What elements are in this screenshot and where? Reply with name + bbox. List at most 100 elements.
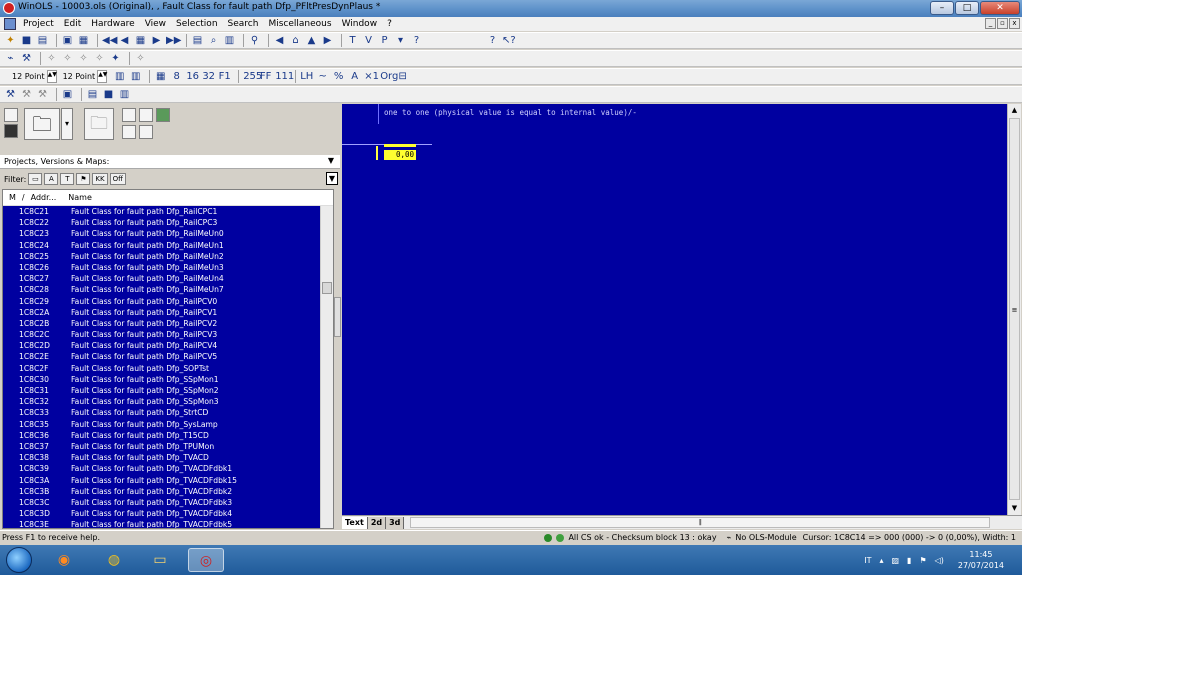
columns-icon[interactable]: ▥ xyxy=(113,70,126,83)
mdi-close-button[interactable]: x xyxy=(1009,18,1020,29)
org-icon[interactable]: Org xyxy=(380,70,398,83)
save-button[interactable] xyxy=(4,124,18,138)
tool-e-button[interactable] xyxy=(139,125,153,139)
table-row[interactable]: 1C8C33 Fault Class for fault path Dfp_Str… xyxy=(3,407,321,418)
tool5-icon[interactable]: ✧ xyxy=(93,52,106,65)
col-sort[interactable]: / xyxy=(16,193,25,202)
editor-horizontal-scrollbar[interactable]: ‖ xyxy=(410,517,991,528)
table-row[interactable]: 1C8C3C Fault Class for fault path Dfp_TVA… xyxy=(3,497,321,508)
question-icon[interactable]: ? xyxy=(410,34,423,47)
table-icon[interactable]: ▦ xyxy=(77,34,90,47)
up-icon[interactable]: ▲ xyxy=(305,34,318,47)
table-row[interactable]: 1C8C32 Fault Class for fault path Dfp_SSp… xyxy=(3,396,321,407)
font-a-icon[interactable]: A xyxy=(348,70,361,83)
open-wizard-icon[interactable]: ✦ xyxy=(4,34,17,47)
view3-icon[interactable]: ⚒ xyxy=(36,88,49,101)
zoom-icon[interactable]: ⌕ xyxy=(207,34,220,47)
map-cell-value[interactable]: 0,00 xyxy=(384,150,416,160)
table-row[interactable]: 1C8C2A Fault Class for fault path Dfp_Rai… xyxy=(3,307,321,318)
table-row[interactable]: 1C8C22 Fault Class for fault path Dfp_Rai… xyxy=(3,217,321,228)
media-player-icon[interactable]: ◉ xyxy=(46,548,82,572)
table-row[interactable]: 1C8C3B Fault Class for fault path Dfp_TVA… xyxy=(3,486,321,497)
dropdown-arrow-icon[interactable]: ▾ xyxy=(394,34,407,47)
open-version-button[interactable]: 🗀 xyxy=(84,108,114,140)
table-row[interactable]: 1C8C37 Fault Class for fault path Dfp_TPU… xyxy=(3,441,321,452)
menu-project[interactable]: Project xyxy=(18,19,59,29)
winols-task-icon[interactable]: ◎ xyxy=(188,548,224,572)
battery-icon[interactable]: ▮ xyxy=(907,556,911,565)
chrome-icon[interactable]: ◍ xyxy=(96,548,132,572)
float-icon[interactable]: F1 xyxy=(218,70,231,83)
map-editor[interactable]: one to one (physical value is equal to i… xyxy=(342,104,1007,515)
properties-icon[interactable]: ▣ xyxy=(61,34,74,47)
table-row[interactable]: 1C8C35 Fault Class for fault path Dfp_Sys… xyxy=(3,419,321,430)
view2-icon[interactable]: ⚒ xyxy=(20,88,33,101)
bin-icon[interactable]: 111 xyxy=(275,70,294,83)
tool6-icon[interactable]: ✦ xyxy=(109,52,122,65)
menu-hardware[interactable]: Hardware xyxy=(86,19,139,29)
import-icon[interactable]: ■ xyxy=(20,34,33,47)
table-row[interactable]: 1C8C28 Fault Class for fault path Dfp_Rai… xyxy=(3,284,321,295)
table-row[interactable]: 1C8C25 Fault Class for fault path Dfp_Rai… xyxy=(3,251,321,262)
flag-icon[interactable]: ⚑ xyxy=(919,556,926,565)
clock[interactable]: 11:45 27/07/2014 xyxy=(958,549,1004,571)
menu-view[interactable]: View xyxy=(140,19,171,29)
view5-icon[interactable]: ▤ xyxy=(86,88,99,101)
table-row[interactable]: 1C8C3A Fault Class for fault path Dfp_TVA… xyxy=(3,475,321,486)
col-m[interactable]: M xyxy=(3,193,16,202)
8bit-icon[interactable]: 8 xyxy=(170,70,183,83)
back-icon[interactable]: ◀ xyxy=(273,34,286,47)
table-row[interactable]: 1C8C24 Fault Class for fault path Dfp_Rai… xyxy=(3,240,321,251)
map-view-icon[interactable]: ▤ xyxy=(191,34,204,47)
table-row[interactable]: 1C8C31 Fault Class for fault path Dfp_SSp… xyxy=(3,385,321,396)
table-row[interactable]: 1C8C2E Fault Class for fault path Dfp_Rai… xyxy=(3,351,321,362)
open-folder-button[interactable]: 🗀 xyxy=(24,108,60,140)
tab-2d[interactable]: 2d xyxy=(367,516,387,529)
volume-icon[interactable]: ◁) xyxy=(935,556,944,565)
col-address[interactable]: Addr... xyxy=(25,193,57,202)
filter-kk-button[interactable]: KK xyxy=(92,173,108,185)
menu-help[interactable]: ? xyxy=(382,19,397,29)
list-scroll-thumb[interactable] xyxy=(322,282,332,294)
open-dropdown-button[interactable]: ▾ xyxy=(61,108,73,140)
last-map-icon[interactable]: ▶▶ xyxy=(166,34,181,47)
minimize-button[interactable]: – xyxy=(930,1,954,15)
menu-miscellaneous[interactable]: Miscellaneous xyxy=(263,19,336,29)
filter-a-button[interactable]: A xyxy=(44,173,59,185)
tool3-icon[interactable]: ✧ xyxy=(61,52,74,65)
home-icon[interactable]: ⌂ xyxy=(289,34,302,47)
projects-versions-maps-select[interactable]: Projects, Versions & Maps: ▼ xyxy=(0,155,340,169)
font-size-1-stepper[interactable]: ▲▼ xyxy=(46,70,57,83)
filter-off-button[interactable]: Off xyxy=(109,173,126,185)
tray-arrow-icon[interactable]: ▴ xyxy=(879,556,883,565)
grid-icon[interactable]: ▦ xyxy=(154,70,167,83)
view1-icon[interactable]: ⚒ xyxy=(4,88,17,101)
percent-icon[interactable]: % xyxy=(332,70,345,83)
editor-scrollbar[interactable]: ▲ ≡ ▼ xyxy=(1007,104,1021,515)
table-row[interactable]: 1C8C2F Fault Class for fault path Dfp_SOP… xyxy=(3,363,321,374)
255-icon[interactable]: 255 xyxy=(243,70,262,83)
next-map-icon[interactable]: ▶ xyxy=(150,34,163,47)
document-menu-icon[interactable] xyxy=(4,18,16,30)
view7-icon[interactable]: ▥ xyxy=(118,88,131,101)
table-row[interactable]: 1C8C2D Fault Class for fault path Dfp_Rai… xyxy=(3,340,321,351)
tool2-icon[interactable]: ✧ xyxy=(45,52,58,65)
view6-icon[interactable]: ■ xyxy=(102,88,115,101)
font-size-2-stepper[interactable]: ▲▼ xyxy=(97,70,107,83)
tool-a-button[interactable] xyxy=(122,108,136,122)
table-row[interactable]: 1C8C27 Fault Class for fault path Dfp_Rai… xyxy=(3,273,321,284)
table-row[interactable]: 1C8C23 Fault Class for fault path Dfp_Rai… xyxy=(3,228,321,239)
new-project-button[interactable] xyxy=(4,108,18,122)
start-button[interactable] xyxy=(6,547,32,573)
table-row[interactable]: 1C8C26 Fault Class for fault path Dfp_Rai… xyxy=(3,262,321,273)
maximize-button[interactable]: □ xyxy=(955,1,979,15)
link-icon[interactable]: ⌁ xyxy=(4,52,17,65)
forward-icon[interactable]: ▶ xyxy=(321,34,334,47)
p-icon[interactable]: P xyxy=(378,34,391,47)
tool-c-button[interactable] xyxy=(156,108,170,122)
table-row[interactable]: 1C8C3E Fault Class for fault path Dfp_TVA… xyxy=(3,519,321,528)
list-scrollbar[interactable] xyxy=(320,206,333,528)
tool-icon[interactable]: ⚒ xyxy=(20,52,33,65)
previous-map-icon[interactable]: ◀ xyxy=(118,34,131,47)
tool-b-button[interactable] xyxy=(139,108,153,122)
